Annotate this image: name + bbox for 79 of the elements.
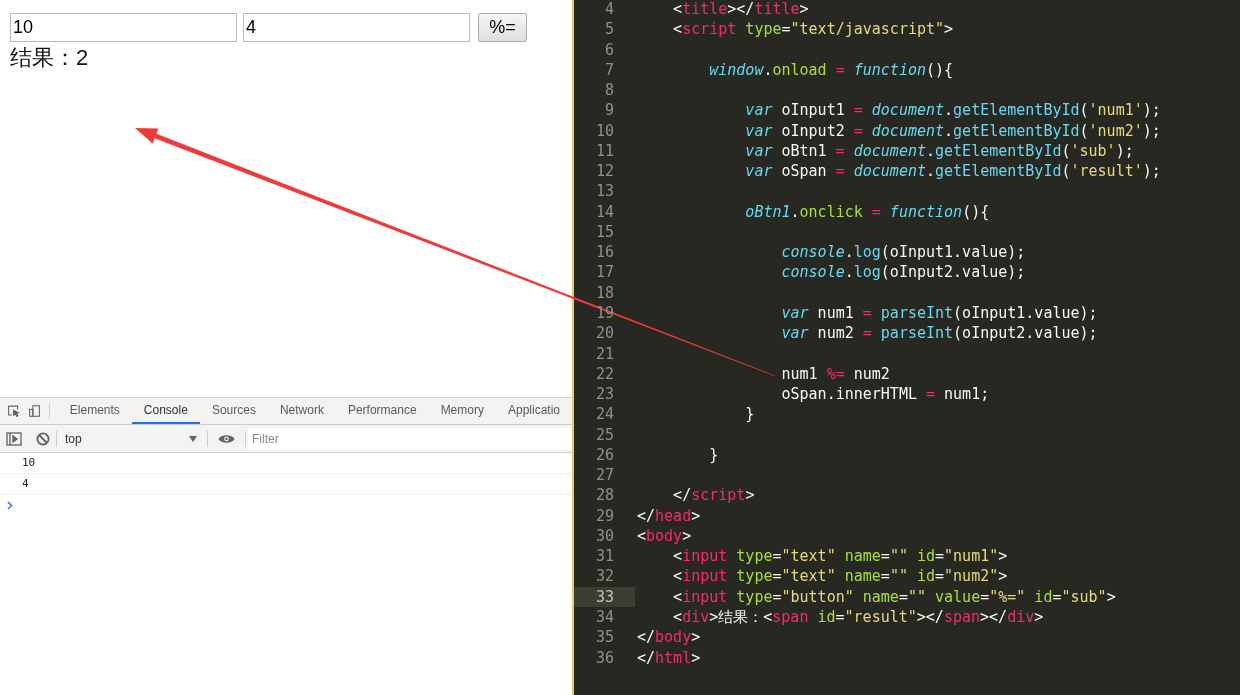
devtools-tab[interactable]: Memory bbox=[428, 398, 496, 424]
devtools-tab[interactable]: Network bbox=[267, 398, 336, 424]
clear-console-icon[interactable] bbox=[36, 431, 50, 446]
console-message: 10 bbox=[22, 454, 36, 471]
code-line: <body> bbox=[636, 525, 692, 547]
code-line: var oInput2 = document.getElementById('num2'); bbox=[744, 120, 1161, 141]
line-number: 12 bbox=[595, 161, 614, 182]
line-number: 21 bbox=[595, 343, 614, 364]
code-line: var num1 = parseInt(oInput1.value); bbox=[780, 303, 1098, 324]
code-line: </head> bbox=[636, 505, 701, 526]
code-line: oSpan.innerHTML = num1; bbox=[780, 384, 990, 405]
code-line: window.onload = function(){ bbox=[708, 59, 954, 81]
line-number: 8 bbox=[604, 80, 614, 101]
modulo-assign-button[interactable]: %= bbox=[478, 13, 527, 42]
code-line: <input type="text" name="" id="num1"> bbox=[672, 546, 1008, 567]
line-number: 26 bbox=[595, 444, 614, 466]
input-field[interactable]: 10 bbox=[10, 13, 237, 42]
line-number: 25 bbox=[595, 424, 614, 445]
line-number: 34 bbox=[595, 606, 614, 628]
line-number: 29 bbox=[595, 505, 614, 526]
line-number: 30 bbox=[595, 525, 614, 547]
line-number: 18 bbox=[595, 282, 614, 303]
code-line: oBtn1.onclick = function(){ bbox=[744, 201, 990, 222]
line-number: 31 bbox=[595, 546, 614, 567]
devtools-tab[interactable]: Sources bbox=[199, 398, 268, 424]
code-line: </script> bbox=[672, 485, 755, 506]
code-line: </html> bbox=[636, 647, 701, 668]
line-number: 5 bbox=[604, 19, 614, 40]
filter-field[interactable]: Filter bbox=[248, 427, 572, 450]
devtools-tab[interactable]: Applicatio bbox=[495, 398, 572, 424]
devtools-tab[interactable]: Elements bbox=[57, 398, 132, 424]
line-number: 24 bbox=[595, 404, 614, 425]
result-label: 结果： bbox=[10, 44, 76, 72]
line-number: 33 bbox=[595, 586, 614, 607]
line-number: 22 bbox=[595, 363, 614, 385]
line-number: 7 bbox=[604, 59, 614, 81]
line-number: 17 bbox=[595, 262, 614, 283]
dropdown-caret-icon bbox=[189, 435, 197, 442]
line-number: 4 bbox=[604, 0, 614, 20]
code-line: var oBtn1 = document.getElementById('sub'); bbox=[744, 140, 1134, 162]
device-icon[interactable] bbox=[28, 403, 41, 419]
code-line: } bbox=[708, 444, 719, 466]
inspect-icon[interactable] bbox=[7, 403, 20, 419]
code-line: <script type="text/javascript"> bbox=[672, 19, 954, 40]
line-number: 36 bbox=[595, 647, 614, 668]
line-number: 27 bbox=[595, 465, 614, 486]
line-number: 23 bbox=[595, 384, 614, 405]
line-number: 14 bbox=[595, 201, 614, 222]
line-number: 16 bbox=[595, 242, 614, 263]
code-line: var num2 = parseInt(oInput2.value); bbox=[780, 323, 1098, 344]
context-select[interactable]: top bbox=[63, 429, 203, 448]
code-line: var oSpan = document.getElementById('result'); bbox=[744, 161, 1161, 182]
eye-icon[interactable] bbox=[218, 432, 235, 445]
code-line: console.log(oInput1.value); bbox=[780, 242, 1026, 263]
prompt-chevron-icon bbox=[7, 500, 13, 510]
code-line: var oInput1 = document.getElementById('num1'); bbox=[744, 100, 1161, 121]
code-line: <input type="button" name="" value="%=" id="sub"> bbox=[672, 586, 1116, 607]
code-line: num1 %= num2 bbox=[780, 363, 890, 385]
code-line: } bbox=[744, 404, 755, 425]
line-number: 10 bbox=[595, 120, 614, 141]
console-message: 4 bbox=[22, 475, 29, 492]
code-line: <title></title> bbox=[672, 0, 809, 20]
line-number: 28 bbox=[595, 485, 614, 506]
result-value: 2 bbox=[76, 44, 89, 72]
input-field[interactable]: 4 bbox=[243, 13, 470, 42]
code-line: </body> bbox=[636, 627, 701, 648]
line-number: 15 bbox=[595, 221, 614, 243]
devtools-tab[interactable]: Performance bbox=[335, 398, 429, 424]
line-number: 32 bbox=[595, 566, 614, 587]
sidebar-toggle-icon[interactable] bbox=[6, 431, 22, 446]
code-line: <input type="text" name="" id="num2"> bbox=[672, 566, 1008, 587]
line-number: 13 bbox=[595, 181, 614, 202]
line-number: 11 bbox=[595, 140, 614, 162]
line-number: 9 bbox=[604, 100, 614, 121]
line-number: 6 bbox=[604, 39, 614, 60]
code-line: console.log(oInput2.value); bbox=[780, 262, 1026, 283]
line-number: 20 bbox=[595, 323, 614, 344]
line-number: 35 bbox=[595, 627, 614, 648]
code-line: <div>结果：<span id="result"></span></div> bbox=[672, 606, 1044, 628]
